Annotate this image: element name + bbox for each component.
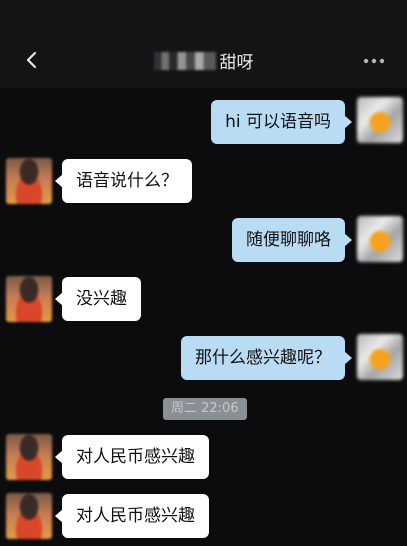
message-timestamp: 周二 22:06 [163,398,247,420]
contact-avatar[interactable] [6,493,52,539]
chat-header: 甜呀 [0,0,407,88]
message-bubble-sent[interactable]: 随便聊聊咯 [232,218,352,262]
contact-avatar[interactable] [6,158,52,204]
message-bubble-sent[interactable]: 那什么感兴趣呢？ [181,336,352,380]
message-bubble-received[interactable]: 对人民币感兴趣 [55,494,209,538]
chat-screen: 甜呀 hi 可以语音吗 语音说什么？ 随便聊聊咯 没兴趣 那什么感兴趣呢？ 周二… [0,0,407,546]
message-bubble-received[interactable]: 没兴趣 [55,277,141,321]
more-dots-icon[interactable] [363,58,385,64]
contact-avatar[interactable] [6,276,52,322]
my-avatar[interactable] [357,334,403,380]
message-bubble-received[interactable]: 对人民币感兴趣 [55,435,209,479]
message-bubble-sent[interactable]: hi 可以语音吗 [211,100,352,144]
my-avatar[interactable] [357,216,403,262]
chat-title: 甜呀 [0,48,407,73]
message-bubble-received[interactable]: 语音说什么？ [55,159,192,203]
contact-avatar[interactable] [6,434,52,480]
blurred-name [153,51,216,70]
chat-title-text: 甜呀 [219,53,254,73]
my-avatar[interactable] [357,97,403,143]
